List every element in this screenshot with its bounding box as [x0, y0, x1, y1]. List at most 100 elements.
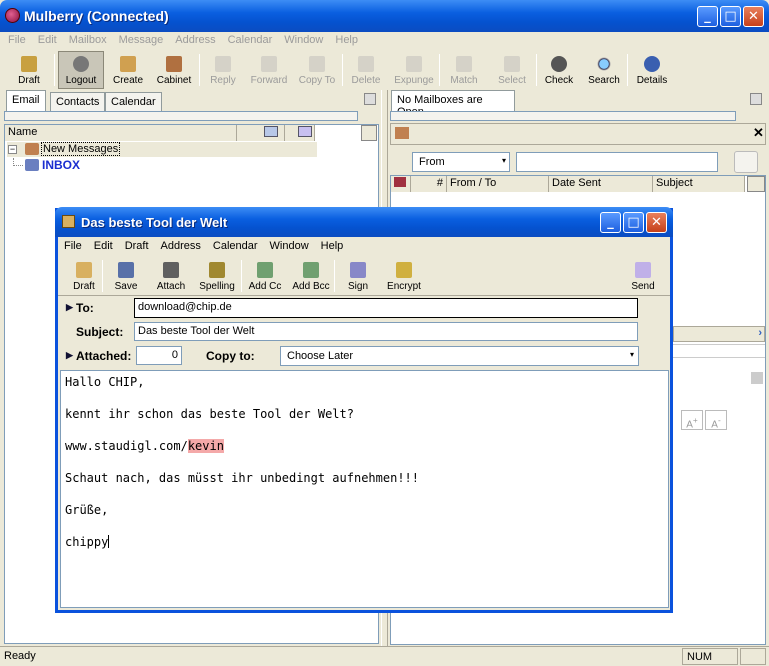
- delete-icon: [358, 56, 374, 72]
- attach-button[interactable]: Attach: [149, 256, 193, 294]
- preview-options-icon[interactable]: [751, 372, 763, 384]
- minimize-button[interactable]: _: [697, 6, 718, 27]
- tab-no-mailboxes[interactable]: No Mailboxes are Open: [391, 90, 515, 118]
- body-line-url: www.staudigl.com/kevin: [65, 439, 224, 453]
- column-options-icon[interactable]: [361, 125, 377, 141]
- subject-column-header[interactable]: Subject: [653, 176, 745, 192]
- search-button[interactable]: Search: [581, 50, 627, 88]
- date-sent-column-header[interactable]: Date Sent: [549, 176, 653, 192]
- encrypt-icon: [396, 262, 412, 278]
- body-line: Hallo CHIP,: [65, 375, 145, 389]
- tab-email[interactable]: Email: [6, 90, 46, 113]
- unread-column-header[interactable]: [237, 125, 285, 141]
- menu-draft[interactable]: Draft: [119, 240, 155, 252]
- forward-button[interactable]: Forward: [246, 50, 292, 88]
- number-column-header[interactable]: #: [411, 176, 447, 192]
- tab-contacts[interactable]: Contacts: [50, 92, 106, 112]
- filter-field-select[interactable]: From ▾: [412, 152, 510, 172]
- check-button[interactable]: Check: [537, 50, 581, 88]
- copy-to-label: Copy to:: [206, 349, 255, 363]
- tab-calendar[interactable]: Calendar: [105, 92, 162, 112]
- expunge-button[interactable]: Expunge: [389, 50, 439, 88]
- reply-icon: [215, 56, 231, 72]
- create-icon: [120, 56, 136, 72]
- compose-close-button[interactable]: ✕: [646, 212, 667, 233]
- name-column-header[interactable]: Name: [5, 125, 237, 141]
- body-line-last: chippy: [65, 535, 110, 549]
- match-button[interactable]: Match: [440, 50, 488, 88]
- reply-button[interactable]: Reply: [200, 50, 246, 88]
- main-title-bar[interactable]: Mulberry (Connected) _ □ ✕: [0, 0, 769, 32]
- flag-icon: [394, 177, 406, 187]
- menu-address[interactable]: Address: [169, 34, 221, 46]
- menu-mailbox[interactable]: Mailbox: [63, 34, 113, 46]
- menu-window[interactable]: Window: [264, 240, 315, 252]
- delete-button[interactable]: Delete: [343, 50, 389, 88]
- compose-maximize-button[interactable]: □: [623, 212, 644, 233]
- add-cc-button[interactable]: Add Cc: [242, 256, 288, 294]
- font-decrease-button[interactable]: A-: [705, 410, 727, 430]
- body-line: kennt ihr schon das beste Tool der Welt?: [65, 407, 354, 421]
- draft-icon: [21, 56, 37, 72]
- menu-help[interactable]: Help: [329, 34, 364, 46]
- close-mailbox-icon[interactable]: ✕: [753, 125, 764, 141]
- new-mail-icon: [298, 126, 312, 137]
- misspelled-word[interactable]: kevin: [187, 439, 224, 453]
- message-body[interactable]: Hallo CHIP, kennt ihr schon das beste To…: [60, 370, 669, 608]
- menu-edit[interactable]: Edit: [32, 34, 63, 46]
- subject-input[interactable]: Das beste Tool der Welt: [134, 322, 638, 341]
- menu-message[interactable]: Message: [113, 34, 170, 46]
- body-line: Schaut nach, das müsst ihr unbedingt auf…: [65, 471, 420, 485]
- draft-button[interactable]: Draft: [66, 256, 102, 294]
- attached-expand-icon[interactable]: ▶: [66, 350, 73, 361]
- menu-calendar[interactable]: Calendar: [222, 34, 279, 46]
- menu-help[interactable]: Help: [315, 240, 350, 252]
- compose-title-bar[interactable]: Das beste Tool der Welt _ □ ✕: [55, 207, 673, 237]
- horizontal-scrollbar[interactable]: ›: [673, 326, 765, 342]
- collapse-icon[interactable]: −: [8, 145, 17, 154]
- menu-calendar[interactable]: Calendar: [207, 240, 264, 252]
- to-expand-icon[interactable]: ▶: [66, 302, 73, 313]
- menu-file[interactable]: File: [2, 34, 32, 46]
- menu-window[interactable]: Window: [278, 34, 329, 46]
- to-input[interactable]: download@chip.de: [134, 298, 638, 318]
- sign-button[interactable]: Sign: [335, 256, 381, 294]
- pane-options-icon[interactable]: [750, 93, 762, 105]
- encrypt-button[interactable]: Encrypt: [381, 256, 427, 294]
- sort-icon[interactable]: [747, 176, 765, 192]
- from-to-column-header[interactable]: From / To: [447, 176, 549, 192]
- create-button[interactable]: Create: [107, 50, 149, 88]
- inbox-icon: [25, 159, 39, 171]
- send-icon: [635, 262, 651, 278]
- match-icon: [456, 56, 472, 72]
- select-button[interactable]: Select: [488, 50, 536, 88]
- cabinet-button[interactable]: Cabinet: [149, 50, 199, 88]
- tree-row-inbox[interactable]: INBOX: [7, 158, 317, 173]
- filter-go-icon[interactable]: [734, 151, 758, 173]
- menu-file[interactable]: File: [58, 240, 88, 252]
- save-button[interactable]: Save: [103, 256, 149, 294]
- send-button[interactable]: Send: [620, 256, 666, 294]
- close-button[interactable]: ✕: [743, 6, 764, 27]
- new-column-header[interactable]: [285, 125, 315, 141]
- details-button[interactable]: Details: [628, 50, 676, 88]
- filter-text-input[interactable]: [516, 152, 718, 172]
- status-panel: [740, 648, 766, 665]
- spelling-button[interactable]: Spelling: [193, 256, 241, 294]
- save-icon: [118, 262, 134, 278]
- copy-to-select[interactable]: Choose Later ▾: [280, 346, 639, 366]
- copy-to-button[interactable]: Copy To: [292, 50, 342, 88]
- logout-button[interactable]: Logout: [58, 51, 104, 89]
- left-tab-strip: [4, 111, 358, 121]
- maximize-button[interactable]: □: [720, 6, 741, 27]
- compose-minimize-button[interactable]: _: [600, 212, 621, 233]
- menu-address[interactable]: Address: [155, 240, 207, 252]
- flag-column-header[interactable]: [391, 176, 411, 192]
- pane-options-icon[interactable]: [364, 93, 376, 105]
- font-increase-button[interactable]: A+: [681, 410, 703, 430]
- main-menu-bar: File Edit Mailbox Message Address Calend…: [2, 30, 767, 50]
- add-bcc-button[interactable]: Add Bcc: [288, 256, 334, 294]
- draft-button[interactable]: Draft: [4, 50, 54, 88]
- tree-row-new-messages[interactable]: − New Messages: [7, 142, 317, 157]
- menu-edit[interactable]: Edit: [88, 240, 119, 252]
